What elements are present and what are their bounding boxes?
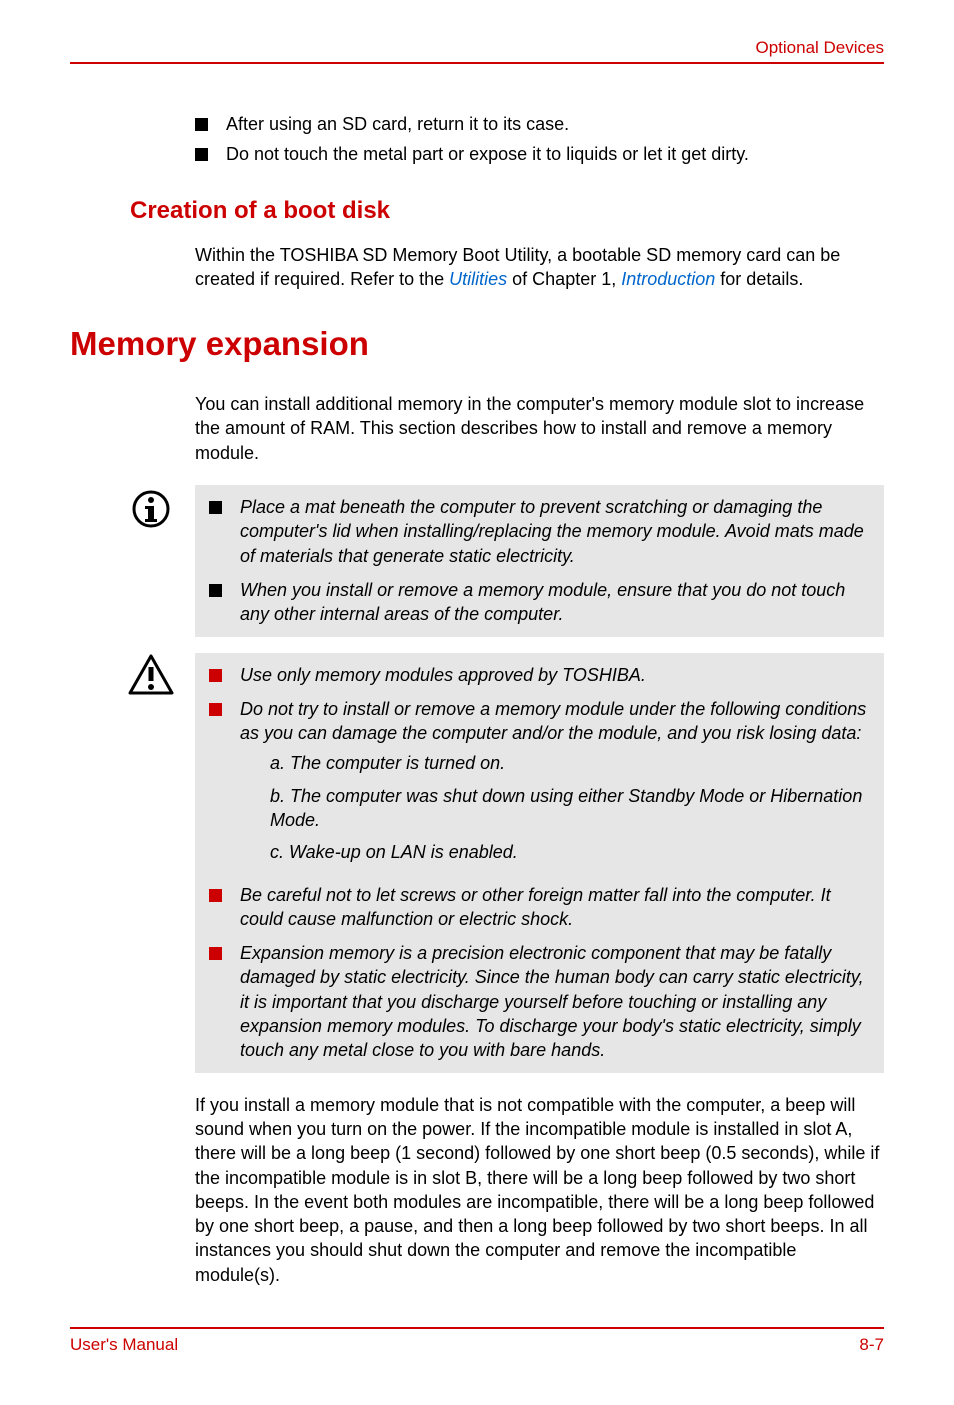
memory-expansion-paragraph: You can install additional memory in the… bbox=[195, 392, 884, 465]
page-footer: User's Manual 8-7 bbox=[70, 1327, 884, 1355]
list-item: Do not try to install or remove a memory… bbox=[209, 697, 870, 873]
link-utilities[interactable]: Utilities bbox=[449, 269, 507, 289]
bullet-icon bbox=[209, 584, 222, 597]
list-item: Use only memory modules approved by TOSH… bbox=[209, 663, 870, 687]
bullet-icon bbox=[195, 148, 208, 161]
bullet-text: Do not touch the metal part or expose it… bbox=[226, 142, 884, 166]
warning-icon bbox=[126, 653, 176, 703]
bullet-icon bbox=[209, 889, 222, 902]
bullet-text: When you install or remove a memory modu… bbox=[240, 578, 870, 627]
sub-list-item: c. Wake-up on LAN is enabled. bbox=[270, 840, 870, 864]
list-item: Place a mat beneath the computer to prev… bbox=[209, 495, 870, 568]
bullet-text: Expansion memory is a precision electron… bbox=[240, 941, 870, 1062]
footer-left: User's Manual bbox=[70, 1335, 178, 1355]
list-item: Do not touch the metal part or expose it… bbox=[195, 142, 884, 166]
sub-list-item: a. The computer is turned on. bbox=[270, 751, 870, 775]
bullet-icon bbox=[209, 703, 222, 716]
link-introduction[interactable]: Introduction bbox=[621, 269, 715, 289]
bullet-text: Place a mat beneath the computer to prev… bbox=[240, 495, 870, 568]
bullet-icon bbox=[209, 501, 222, 514]
para-text: of Chapter 1, bbox=[507, 269, 621, 289]
bullet-lead-text: Do not try to install or remove a memory… bbox=[240, 699, 866, 743]
header-section-title: Optional Devices bbox=[70, 38, 884, 58]
list-item: Expansion memory is a precision electron… bbox=[209, 941, 870, 1062]
bullet-text: Do not try to install or remove a memory… bbox=[240, 697, 870, 873]
list-item: When you install or remove a memory modu… bbox=[209, 578, 870, 627]
bullet-text: After using an SD card, return it to its… bbox=[226, 112, 884, 136]
bullet-text: Use only memory modules approved by TOSH… bbox=[240, 663, 870, 687]
creation-paragraph: Within the TOSHIBA SD Memory Boot Utilit… bbox=[195, 243, 884, 292]
bullet-icon bbox=[209, 947, 222, 960]
compatibility-paragraph: If you install a memory module that is n… bbox=[195, 1093, 884, 1287]
para-text: for details. bbox=[715, 269, 803, 289]
warning-note-block: Use only memory modules approved by TOSH… bbox=[195, 653, 884, 1073]
sub-list-item: b. The computer was shut down using eith… bbox=[270, 784, 870, 833]
sub-list: a. The computer is turned on. b. The com… bbox=[270, 751, 870, 864]
sd-card-bullet-list: After using an SD card, return it to its… bbox=[195, 112, 884, 167]
bullet-text: Be careful not to let screws or other fo… bbox=[240, 883, 870, 932]
list-item: Be careful not to let screws or other fo… bbox=[209, 883, 870, 932]
info-icon bbox=[126, 485, 176, 535]
heading-creation-boot-disk: Creation of a boot disk bbox=[130, 195, 884, 227]
heading-memory-expansion: Memory expansion bbox=[70, 322, 884, 367]
bullet-icon bbox=[209, 669, 222, 682]
info-note-block: Place a mat beneath the computer to prev… bbox=[195, 485, 884, 636]
page-header: Optional Devices bbox=[70, 38, 884, 64]
footer-page-number: 8-7 bbox=[859, 1335, 884, 1355]
bullet-icon bbox=[195, 118, 208, 131]
list-item: After using an SD card, return it to its… bbox=[195, 112, 884, 136]
